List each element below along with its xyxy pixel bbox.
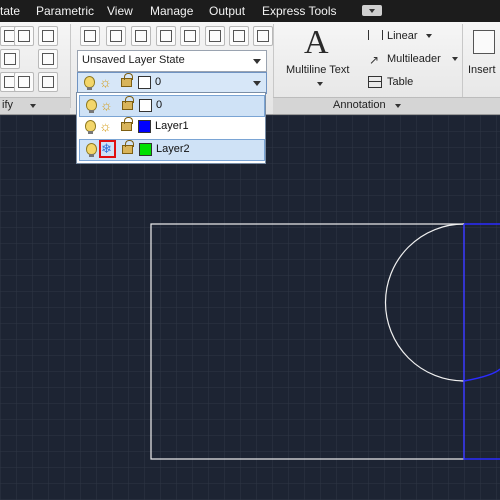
lightbulb-icon — [84, 76, 95, 90]
canvas-grid — [0, 115, 500, 500]
insert-block-button[interactable]: Insert — [466, 26, 500, 86]
chevron-down-icon — [253, 81, 261, 86]
insert-label: Insert — [468, 64, 496, 76]
modify-panel-label: ify — [2, 99, 13, 111]
layer-color-swatch — [138, 76, 151, 89]
multiline-text-icon: A — [304, 24, 329, 61]
fillet-icon — [42, 53, 54, 65]
layer-off-button[interactable] — [253, 26, 273, 46]
linear-dimension-button[interactable]: Linear — [366, 28, 462, 46]
multiline-text-label: Multiline Text — [286, 64, 350, 76]
menu-item-manage[interactable]: Manage — [150, 4, 193, 18]
unlocked-padlock-icon[interactable] — [121, 117, 133, 131]
chevron-down-icon — [253, 59, 261, 64]
layer-dropdown-list: ☼ 0 ☼ Layer1 ❄ Layer2 — [76, 92, 266, 164]
unlocked-padlock-icon[interactable] — [122, 96, 134, 110]
linear-label: Linear — [387, 30, 418, 42]
layer-name: Layer1 — [155, 120, 189, 132]
modify-panel-title[interactable]: ify — [0, 97, 70, 114]
menu-item-parametric[interactable]: Parametric — [36, 4, 94, 18]
layer-match-button[interactable] — [131, 26, 151, 46]
layer-match-icon — [135, 30, 147, 42]
copy-icon — [42, 30, 54, 42]
ribbon-minimize-icon[interactable] — [362, 5, 382, 16]
layer-properties-button[interactable] — [80, 26, 100, 46]
layer-state-dropdown[interactable]: Unsaved Layer State — [77, 50, 267, 72]
chevron-down-icon — [395, 104, 401, 108]
drawing-canvas[interactable] — [0, 115, 500, 500]
panel-separator — [462, 24, 463, 108]
frozen-snowflake-icon[interactable]: ❄ — [101, 141, 112, 157]
copy-tool-button[interactable] — [38, 26, 58, 46]
multileader-label: Multileader — [387, 53, 441, 65]
chevron-down-icon — [452, 57, 458, 61]
layer-stack-icon — [110, 30, 122, 42]
lightbulb-icon[interactable] — [86, 99, 97, 113]
menu-bar: tate Parametric View Manage Output Expre… — [0, 0, 500, 22]
thawed-sun-icon[interactable]: ☼ — [100, 97, 113, 113]
annotation-panel-title[interactable]: Annotation — [273, 97, 462, 114]
layer-color-swatch — [138, 120, 151, 133]
trim-icon — [18, 30, 30, 42]
linear-dimension-icon — [368, 30, 383, 40]
unlocked-padlock-icon[interactable] — [122, 140, 134, 154]
layer-isolate-button[interactable] — [180, 26, 200, 46]
menu-item-view[interactable]: View — [107, 4, 133, 18]
layer-state-value: Unsaved Layer State — [82, 54, 185, 66]
layer-unisolate-button[interactable] — [205, 26, 225, 46]
table-button[interactable]: Table — [366, 74, 436, 92]
chevron-down-icon — [426, 34, 432, 38]
current-layer-dropdown[interactable]: ☼ 0 — [77, 72, 267, 94]
chevron-down-icon — [30, 104, 36, 108]
layer-freeze-icon — [233, 30, 245, 42]
layer-color-swatch — [139, 143, 152, 156]
layer-previous-button[interactable] — [156, 26, 176, 46]
layer-name: Layer2 — [156, 143, 190, 155]
current-layer-name: 0 — [155, 76, 162, 88]
layer-color-swatch — [139, 99, 152, 112]
thawed-sun-icon[interactable]: ☼ — [99, 118, 112, 134]
multiline-text-button[interactable]: A Multiline Text — [286, 22, 356, 102]
layer-off-icon — [257, 30, 269, 42]
offset-icon — [42, 76, 54, 88]
multileader-button[interactable]: ↗ Multileader — [366, 51, 466, 69]
layer-isolate-icon — [184, 30, 196, 42]
layer-row-layer1[interactable]: ☼ Layer1 — [79, 117, 263, 137]
layer-properties-icon — [84, 30, 96, 42]
array-icon — [18, 76, 30, 88]
multileader-icon: ↗ — [369, 53, 380, 67]
annotation-panel-label: Annotation — [333, 99, 386, 111]
thawed-sun-icon: ☼ — [99, 74, 112, 90]
panel-separator — [70, 24, 71, 108]
table-label: Table — [387, 76, 414, 88]
layer-unisolate-icon — [209, 30, 221, 42]
layer-freeze-button[interactable] — [229, 26, 249, 46]
mirror-tool-button[interactable] — [0, 49, 20, 69]
table-icon — [368, 76, 382, 88]
insert-block-icon — [473, 30, 495, 54]
layer-states-button[interactable] — [106, 26, 126, 46]
offset-tool-button[interactable] — [38, 72, 58, 92]
lightbulb-icon[interactable] — [85, 120, 96, 134]
unlocked-padlock-icon — [121, 73, 133, 87]
layer-previous-icon — [160, 30, 172, 42]
panel-separator — [273, 24, 274, 108]
trim-tool-button[interactable] — [14, 26, 34, 46]
layer-row-layer2[interactable]: ❄ Layer2 — [79, 139, 265, 161]
array-tool-button[interactable] — [14, 72, 34, 92]
fillet-tool-button[interactable] — [38, 49, 58, 69]
chevron-down-icon — [317, 82, 323, 86]
menu-item-express-tools[interactable]: Express Tools — [262, 4, 336, 18]
mirror-icon — [4, 53, 16, 65]
layer-name: 0 — [156, 99, 163, 111]
menu-item-tate[interactable]: tate — [0, 4, 20, 18]
menu-item-output[interactable]: Output — [209, 4, 245, 18]
lightbulb-icon[interactable] — [86, 143, 97, 157]
layer-row-0[interactable]: ☼ 0 — [79, 95, 265, 117]
insert-panel-title[interactable] — [462, 97, 500, 114]
